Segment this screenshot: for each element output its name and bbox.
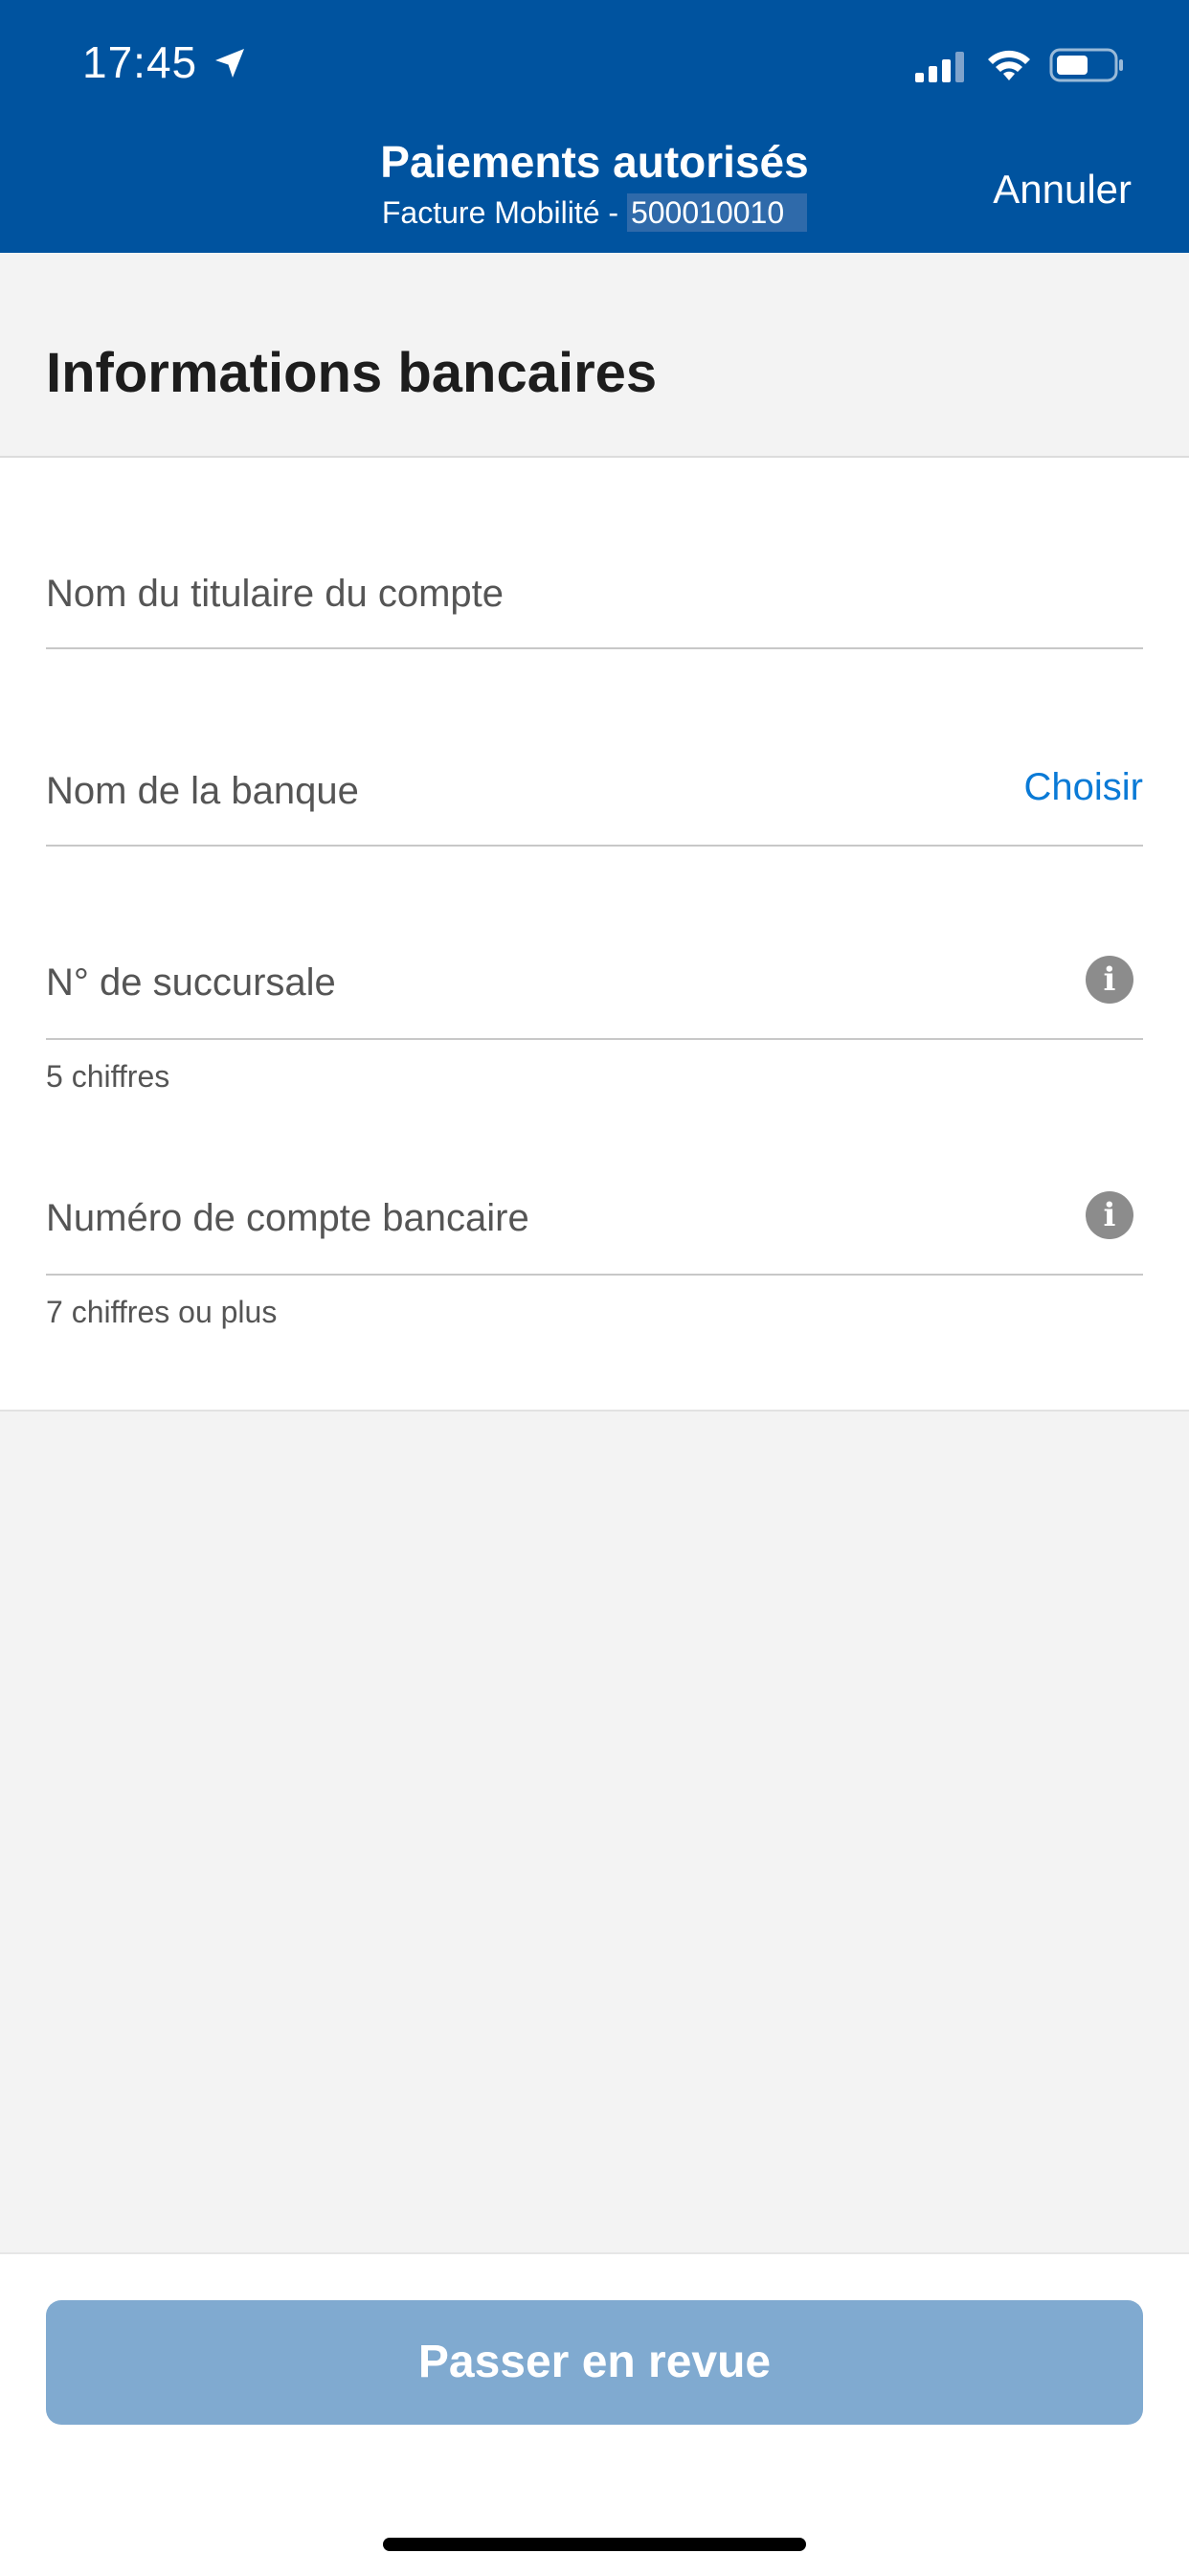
battery-icon (1049, 48, 1123, 82)
cellular-signal-icon (915, 52, 964, 82)
bank-account-number-hint: 7 chiffres ou plus (46, 1295, 278, 1329)
bank-form: Nom du titulaire du compte Nom de la ban… (0, 458, 1189, 1412)
app-header: 17:45 Paiements autorisés Facture Mobili… (0, 0, 1189, 253)
account-holder-field[interactable]: Nom du titulaire du compte (46, 573, 1143, 649)
footer-bar: Passer en revue (0, 2252, 1189, 2576)
branch-number-field[interactable]: N° de succursale i (46, 956, 1143, 1040)
location-arrow-icon (215, 49, 244, 78)
bank-account-number-placeholder: Numéro de compte bancaire (46, 1197, 529, 1239)
wifi-icon (988, 50, 1030, 80)
bank-name-field[interactable]: Nom de la banque Choisir (46, 766, 1143, 847)
choose-bank-button[interactable]: Choisir (1024, 766, 1143, 809)
subtitle-prefix: Facture Mobilité - (381, 195, 627, 230)
bank-account-number-field[interactable]: Numéro de compte bancaire i (46, 1191, 1143, 1276)
review-button[interactable]: Passer en revue (46, 2300, 1143, 2425)
info-icon[interactable]: i (1086, 956, 1133, 1004)
bank-name-placeholder: Nom de la banque (46, 770, 359, 812)
cancel-button[interactable]: Annuler (993, 167, 1132, 213)
status-time: 17:45 (82, 37, 198, 87)
section-header: Informations bancaires (0, 253, 1189, 458)
section-title: Informations bancaires (46, 342, 658, 404)
info-icon[interactable]: i (1086, 1191, 1133, 1239)
account-holder-placeholder: Nom du titulaire du compte (46, 573, 505, 615)
branch-number-hint: 5 chiffres (46, 1059, 170, 1094)
home-indicator[interactable] (383, 2538, 806, 2551)
branch-number-placeholder: N° de succursale (46, 961, 336, 1004)
account-number: 500010010 (626, 193, 808, 232)
